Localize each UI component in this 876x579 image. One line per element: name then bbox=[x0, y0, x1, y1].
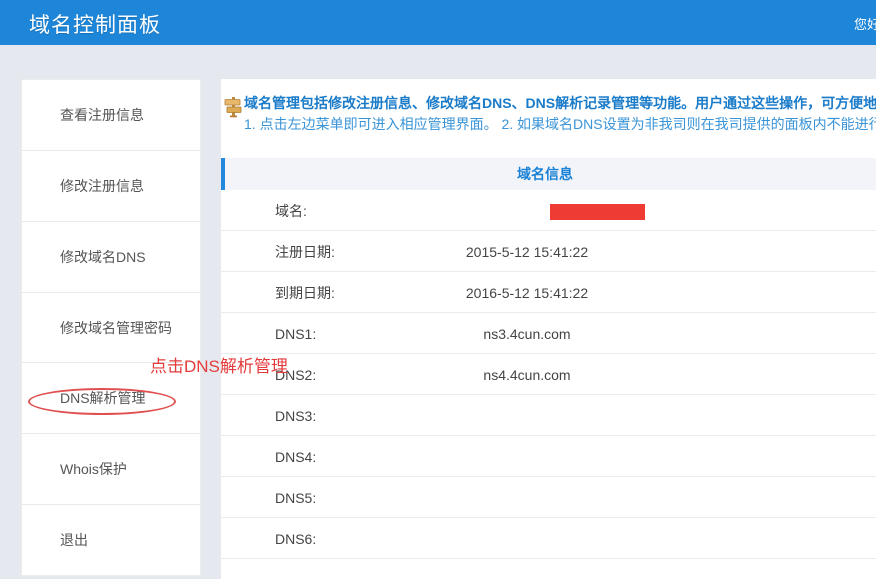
sidebar-item-label: Whois保护 bbox=[60, 459, 127, 479]
sidebar-item-label: 查看注册信息 bbox=[60, 105, 144, 125]
row-label: DNS5: bbox=[275, 477, 316, 518]
row-label: DNS4: bbox=[275, 436, 316, 477]
page-title: 域名控制面板 bbox=[29, 9, 161, 39]
domain-info-section-header: 域名信息 bbox=[221, 158, 876, 190]
table-row-dns4: DNS4: bbox=[221, 436, 876, 477]
redacted-domain-box bbox=[550, 204, 645, 220]
row-label: DNS3: bbox=[275, 395, 316, 436]
row-label: 域名: bbox=[275, 190, 307, 231]
row-label: DNS6: bbox=[275, 518, 316, 559]
row-value bbox=[327, 190, 727, 231]
row-value: 2016-5-12 15:41:22 bbox=[327, 272, 727, 313]
row-value: 2015-5-12 15:41:22 bbox=[327, 231, 727, 272]
sidebar-item-label: 退出 bbox=[60, 530, 88, 550]
row-label: 到期日期: bbox=[275, 272, 335, 313]
row-value bbox=[327, 518, 727, 559]
sidebar-item-whois-protection[interactable]: Whois保护 bbox=[22, 433, 200, 504]
sidebar-item-logout[interactable]: 退出 bbox=[22, 504, 200, 575]
row-label: DNS1: bbox=[275, 313, 316, 354]
sidebar-item-label: 修改域名管理密码 bbox=[60, 318, 172, 338]
section-title: 域名信息 bbox=[225, 158, 865, 190]
sidebar-item-modify-dns[interactable]: 修改域名DNS bbox=[22, 221, 200, 292]
table-row-register-date: 注册日期: 2015-5-12 15:41:22 bbox=[221, 231, 876, 272]
domain-info-table: 域名: 注册日期: 2015-5-12 15:41:22 到期日期: 2016-… bbox=[221, 190, 876, 559]
table-row-dns3: DNS3: bbox=[221, 395, 876, 436]
row-value bbox=[327, 395, 727, 436]
sidebar-item-label: DNS解析管理 bbox=[60, 388, 146, 408]
table-row-dns1: DNS1: ns3.4cun.com bbox=[221, 313, 876, 354]
annotation-tip-text: 点击DNS解析管理 bbox=[150, 352, 288, 377]
notice-text: 域名管理包括修改注册信息、修改域名DNS、DNS解析记录管理等功能。用户通过这些… bbox=[244, 93, 876, 135]
notice-block: 域名管理包括修改注册信息、修改域名DNS、DNS解析记录管理等功能。用户通过这些… bbox=[221, 93, 876, 135]
table-row-dns6: DNS6: bbox=[221, 518, 876, 559]
sidebar-item-label: 修改域名DNS bbox=[60, 247, 146, 267]
user-greeting: 您好 bbox=[854, 14, 876, 33]
row-value: ns4.4cun.com bbox=[327, 354, 727, 395]
notice-line2: 1. 点击左边菜单即可进入相应管理界面。 2. 如果域名DNS设置为非我司则在我… bbox=[244, 114, 876, 135]
row-value bbox=[327, 436, 727, 477]
sidebar-menu: 查看注册信息 修改注册信息 修改域名DNS 修改域名管理密码 DNS解析管理 W… bbox=[21, 79, 201, 576]
sidebar-item-modify-registration[interactable]: 修改注册信息 bbox=[22, 150, 200, 221]
sidebar-item-view-registration[interactable]: 查看注册信息 bbox=[22, 80, 200, 150]
row-label: 注册日期: bbox=[275, 231, 335, 272]
table-row-domain: 域名: bbox=[221, 190, 876, 231]
sidebar-item-label: 修改注册信息 bbox=[60, 176, 144, 196]
row-value bbox=[327, 477, 727, 518]
table-row-dns5: DNS5: bbox=[221, 477, 876, 518]
top-header-bar: 域名控制面板 您好 bbox=[0, 0, 876, 45]
notice-line1: 域名管理包括修改注册信息、修改域名DNS、DNS解析记录管理等功能。用户通过这些… bbox=[244, 93, 876, 114]
table-row-dns2: DNS2: ns4.4cun.com bbox=[221, 354, 876, 395]
table-row-expire-date: 到期日期: 2016-5-12 15:41:22 bbox=[221, 272, 876, 313]
signpost-icon bbox=[223, 96, 243, 118]
row-value: ns3.4cun.com bbox=[327, 313, 727, 354]
main-panel: 域名管理包括修改注册信息、修改域名DNS、DNS解析记录管理等功能。用户通过这些… bbox=[221, 79, 876, 579]
page: 域名控制面板 您好 查看注册信息 修改注册信息 修改域名DNS 修改域名管理密码… bbox=[0, 0, 876, 579]
